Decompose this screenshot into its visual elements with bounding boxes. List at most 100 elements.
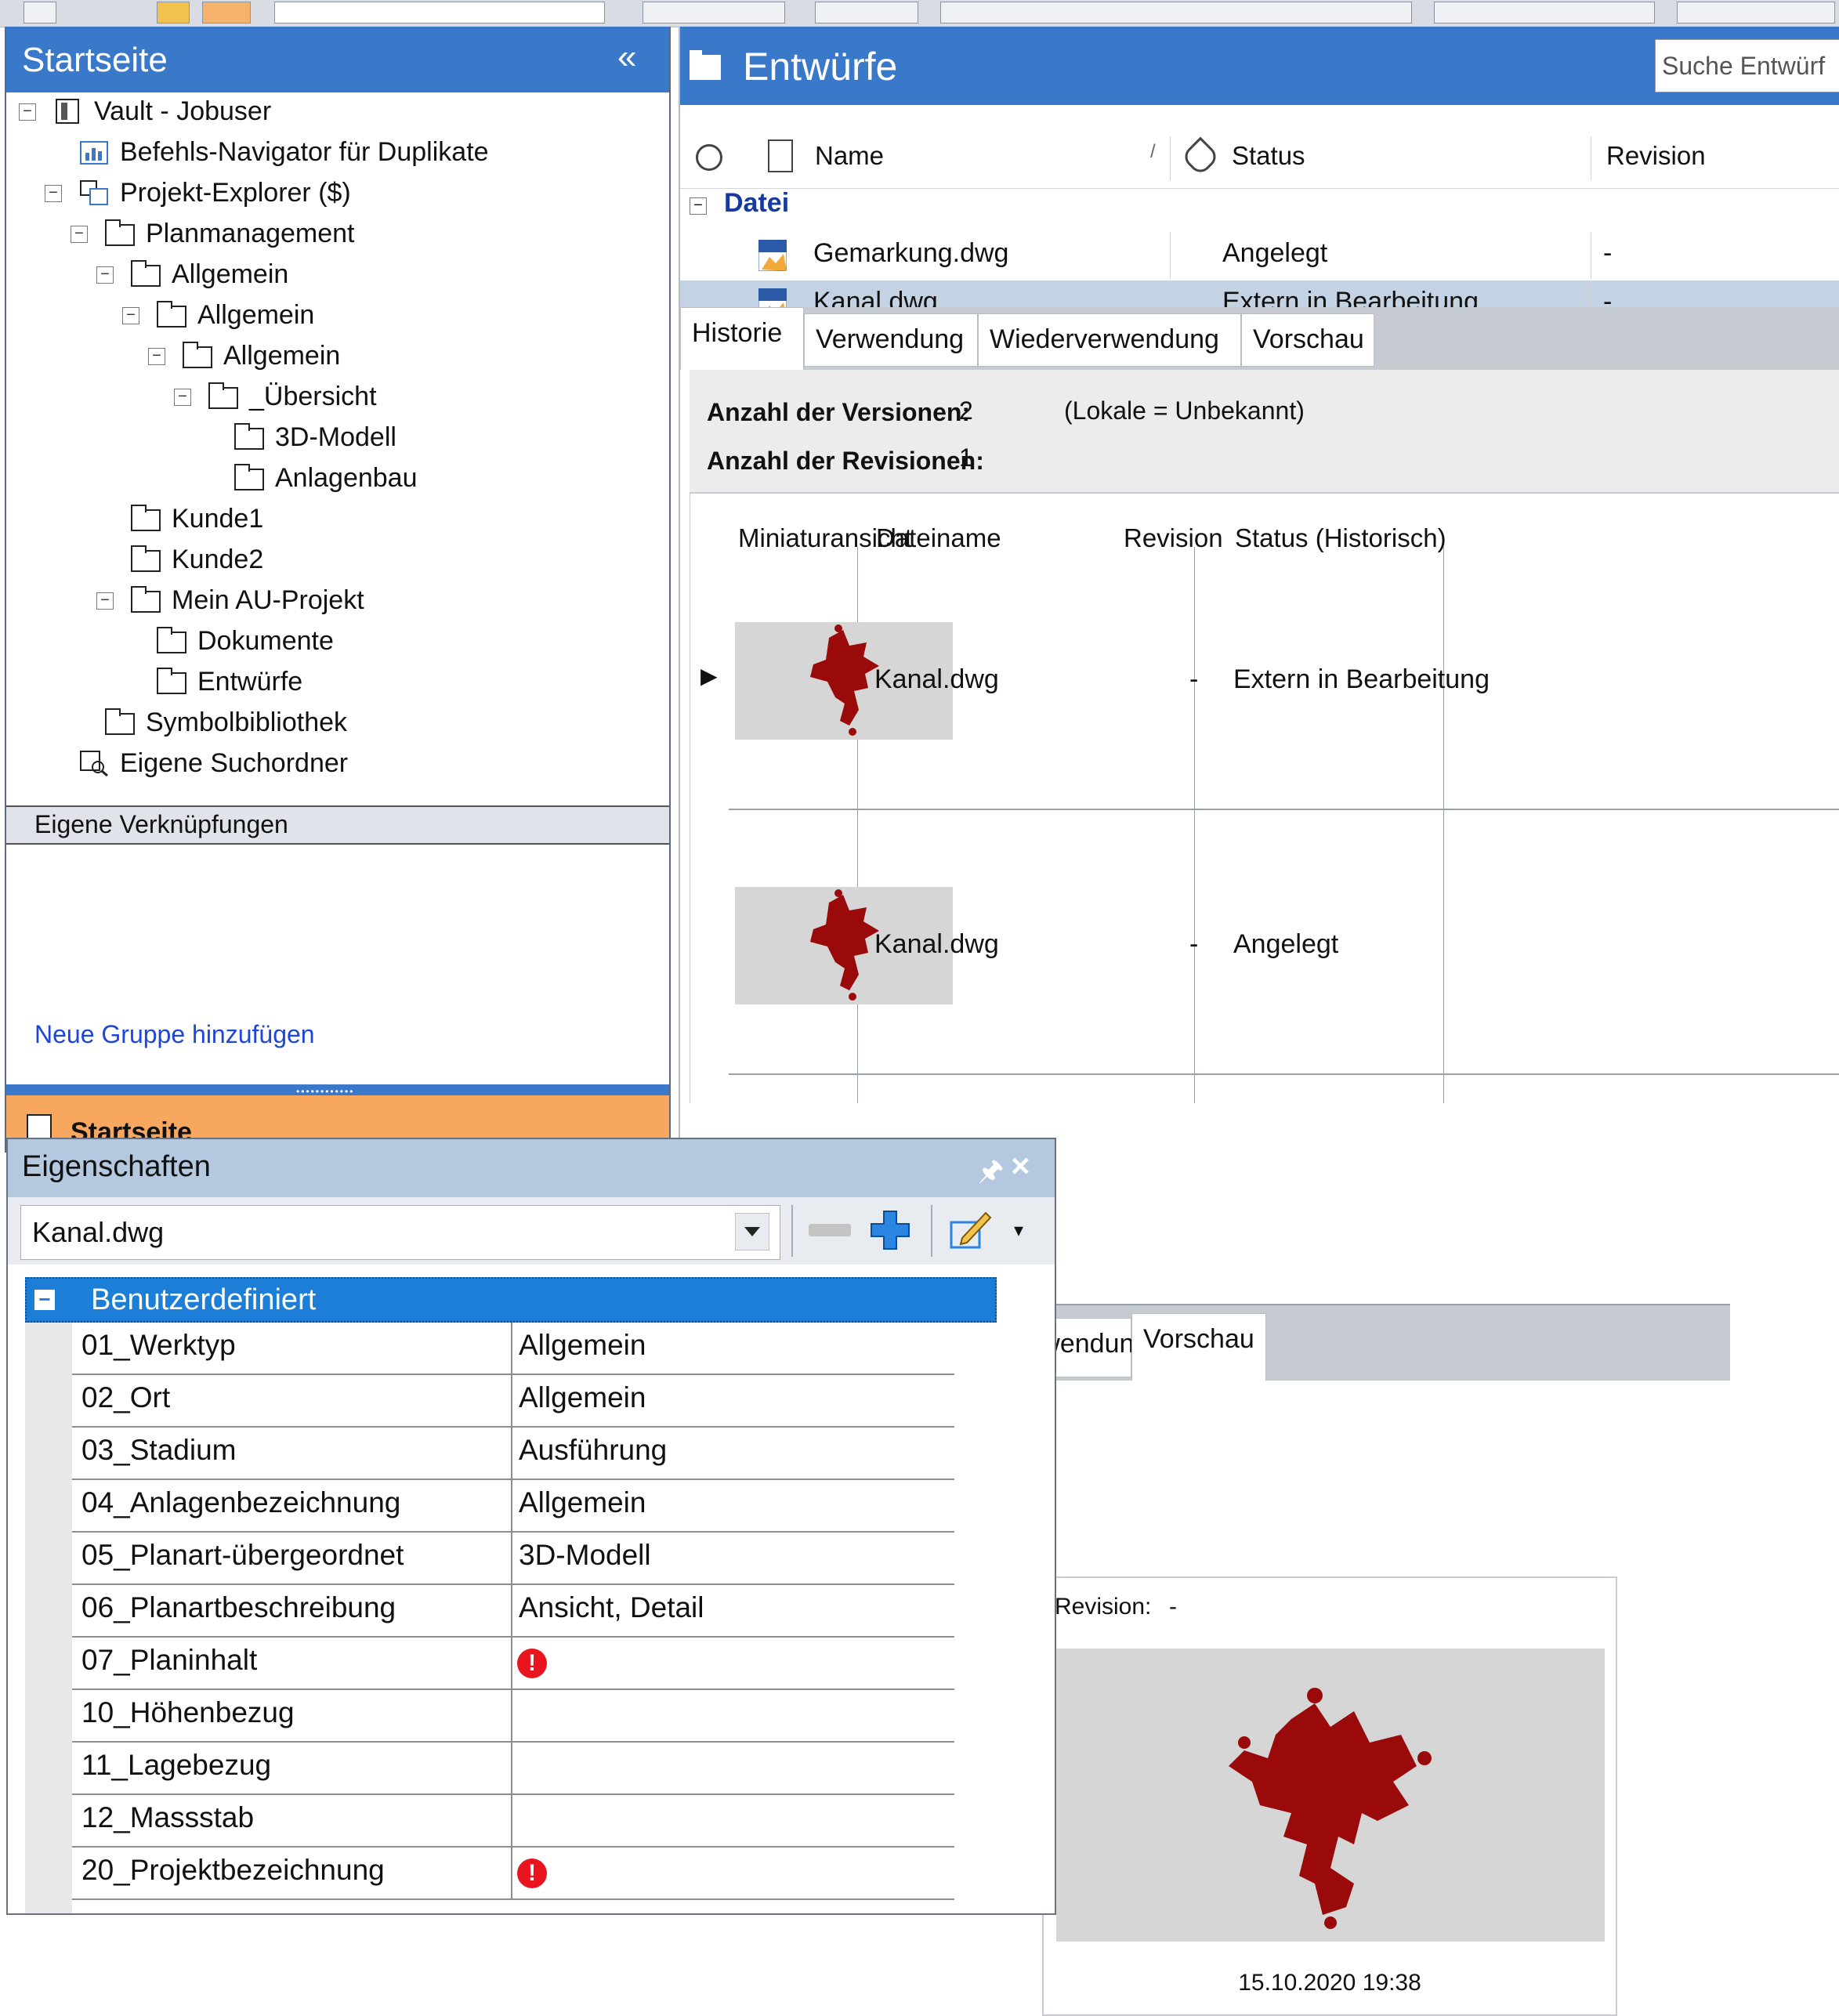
property-grid: 01_Werktyp Allgemein 02_Ort Allgemein 03_Sta… [25,1323,954,1913]
property-row[interactable]: 05_Planart-übergeordnet 3D-Modell [72,1533,954,1585]
tree-item[interactable]: − Planmanagement [6,215,669,252]
file-row[interactable]: Gemarkung.dwg Angelegt - [680,232,1839,279]
tree-item-label: Mein AU-Projekt [172,585,364,615]
tree-collapse-icon[interactable]: − [174,389,191,406]
tree-item[interactable]: − Mein AU-Projekt [6,581,669,619]
file-name: Gemarkung.dwg [813,238,1009,268]
detail-tabs: Historie Verwendung Wiederverwendung Vorsch… [680,307,1839,370]
tab-vorschau[interactable]: Vorschau [1131,1313,1266,1381]
column-header-name[interactable]: Name [815,141,884,171]
project-explorer-icon [79,179,110,205]
property-row[interactable]: 10_Höhenbezug [72,1690,954,1743]
file-select[interactable]: Kanal.dwg [20,1205,780,1260]
history-status: Angelegt [1233,929,1339,959]
property-name: 03_Stadium [81,1434,237,1466]
tree-item[interactable]: Anlagenbau [6,459,669,497]
tree-item[interactable]: − Allgemein [6,296,669,334]
folder-icon [690,50,721,80]
start-page-icon [27,1114,52,1141]
property-row[interactable]: 20_Projektbezeichnung! [72,1848,954,1900]
select-all-radio-icon[interactable] [696,144,722,171]
tree-item[interactable]: Eigene Suchordner [6,744,669,782]
property-row[interactable]: 07_Planinhalt! [72,1638,954,1690]
folder-icon [183,342,214,368]
property-manager-button[interactable] [1434,2,1655,24]
search-input[interactable]: Suche Entwürf [1655,39,1839,92]
group-collapse-icon[interactable]: − [690,197,707,215]
tree-item[interactable]: Entwürfe [6,663,669,700]
properties-title-bar[interactable]: Eigenschaften 🖈 × [8,1139,1055,1197]
toolbar-workflow-button[interactable] [940,2,1412,24]
history-revision: - [1189,664,1199,694]
back-button[interactable] [24,2,56,24]
tree-collapse-icon[interactable]: − [148,348,165,365]
property-value[interactable]: Allgemein [519,1486,646,1519]
tree-collapse-icon[interactable]: − [96,266,114,284]
history-row[interactable]: ▶ Kanal.dwg - Extern in Bearbeitung [690,547,1839,810]
property-row[interactable]: 11_Lagebezug [72,1743,954,1795]
tree-collapse-icon[interactable]: − [71,226,88,243]
toolbar-search-button[interactable] [815,2,918,24]
property-value[interactable]: Allgemein [519,1329,646,1362]
column-header-revision[interactable]: Revision [1606,141,1706,171]
tree-collapse-icon[interactable]: − [19,103,36,121]
dwg-file-icon [758,239,787,272]
links-section-header[interactable]: Eigene Verknüpfungen [6,805,669,845]
folder-icon [105,708,136,735]
tree-item[interactable]: Kunde1 [6,500,669,537]
history-row[interactable]: Kanal.dwg - Angelegt [690,812,1839,1075]
tree-item[interactable]: − Allgemein [6,255,669,293]
tree-item[interactable]: 3D-Modell [6,418,669,456]
toolbar-more-button[interactable] [1677,2,1835,24]
tree-item[interactable]: Symbolbibliothek [6,704,669,741]
remove-property-icon[interactable] [809,1224,851,1236]
tab-wiederverwendung[interactable]: Wiederverwendung [978,313,1241,367]
group-collapse-icon[interactable]: − [34,1289,55,1310]
toolbar-view-button[interactable] [202,2,251,24]
tree-item[interactable]: − Allgemein [6,337,669,375]
tree-collapse-icon[interactable]: − [122,307,139,324]
tree-item[interactable]: − Vault - Jobuser [6,92,669,130]
property-value[interactable]: Ansicht, Detail [519,1591,704,1624]
chevron-down-icon[interactable] [734,1212,770,1251]
property-row[interactable]: 06_Planartbeschreibung Ansicht, Detail [72,1585,954,1638]
tree-item[interactable]: − Projekt-Explorer ($) [6,174,669,212]
tab-historie[interactable]: Historie [680,307,804,370]
properties-toolbar: Kanal.dwg ▾ [8,1197,1055,1265]
add-property-icon[interactable] [868,1208,912,1252]
tab-vorschau[interactable]: Vorschau [1241,313,1374,367]
toolbar-folder-button[interactable] [157,2,190,24]
collapse-pane-icon[interactable]: « [617,38,636,77]
nav-title: Startseite [22,41,168,79]
property-value[interactable]: Allgemein [519,1381,646,1414]
property-value[interactable]: 3D-Modell [519,1539,651,1572]
tree-item[interactable]: Befehls-Navigator für Duplikate [6,133,669,171]
toolbar-address-field[interactable] [274,2,605,24]
edit-properties-icon[interactable] [948,1207,992,1250]
pane-splitter[interactable]: •••••••••••• [6,1084,669,1097]
edit-options-chevron-icon[interactable]: ▾ [1014,1219,1023,1242]
property-value[interactable]: Ausführung [519,1434,667,1467]
tree-item-label: Eigene Suchordner [120,748,349,778]
property-row[interactable]: 02_Ort Allgemein [72,1375,954,1428]
close-icon[interactable]: × [1011,1147,1030,1185]
tree-item[interactable]: − _Übersicht [6,378,669,415]
tree-item-label: Symbolbibliothek [146,708,348,737]
tree-item[interactable]: Kunde2 [6,541,669,578]
tree-collapse-icon[interactable]: − [96,592,114,610]
property-row[interactable]: 04_Anlagenbezeichnung Allgemein [72,1480,954,1533]
layout-button[interactable] [643,2,785,24]
column-header-status[interactable]: Status [1232,141,1305,171]
tab-verwendung[interactable]: Verwendung [804,313,978,367]
history-summary: Anzahl der Versionen: 2 (Lokale = Unbeka… [690,370,1839,492]
map-drawing [1229,1688,1432,1929]
property-group-header[interactable]: − Benutzerdefiniert [25,1277,997,1323]
property-row[interactable]: 03_Stadium Ausführung [72,1428,954,1480]
tree-collapse-icon[interactable]: − [45,185,62,202]
add-group-link[interactable]: Neue Gruppe hinzufügen [34,1020,315,1049]
property-row[interactable]: 12_Massstab [72,1795,954,1848]
property-row[interactable]: 01_Werktyp Allgemein [72,1323,954,1375]
tree-item[interactable]: Dokumente [6,622,669,660]
pin-icon[interactable]: 🖈 [978,1150,1004,1198]
property-name: 02_Ort [81,1381,171,1413]
